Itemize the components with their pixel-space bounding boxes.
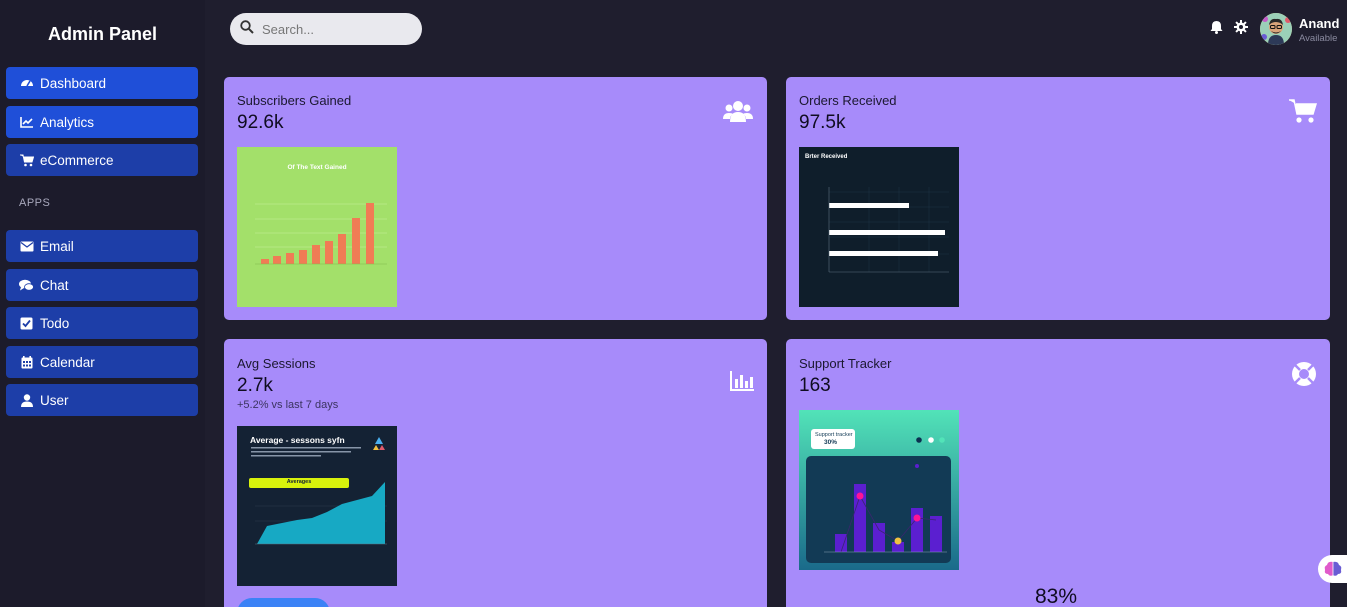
envelope-icon — [19, 239, 34, 254]
assistant-brain-button[interactable] — [1318, 555, 1347, 583]
support-chart-image: Support tracker 30% — [799, 410, 959, 570]
apps-section-label: APPS — [19, 197, 51, 209]
thumb-chart-title: Brter Received — [805, 154, 848, 160]
subscribers-chart-image: Of The Text Gained — [237, 147, 397, 307]
thumb-chart-title: Average - sessons syfn — [250, 435, 345, 445]
user-status: Available — [1299, 33, 1338, 44]
sidebar-item-user[interactable]: User — [6, 384, 198, 416]
orders-card: Orders Received 97.5k Brter Received — [786, 77, 1330, 320]
search-icon — [240, 19, 254, 39]
sidebar-item-label: Analytics — [40, 114, 95, 130]
card-value: 2.7k — [237, 375, 273, 396]
sidebar-item-calendar[interactable]: Calendar — [6, 346, 198, 378]
card-title: Avg Sessions — [237, 356, 316, 371]
orders-chart-image: Brter Received — [799, 147, 959, 307]
analytics-icon — [19, 115, 34, 130]
card-subtext: +5.2% vs last 7 days — [237, 399, 339, 411]
user-icon — [19, 393, 34, 408]
cart-icon — [1288, 97, 1318, 125]
card-title: Subscribers Gained — [237, 93, 352, 108]
sidebar-item-label: Calendar — [40, 354, 95, 370]
lifebuoy-icon — [1289, 360, 1319, 388]
avatar[interactable] — [1260, 13, 1292, 45]
sidebar-item-todo[interactable]: Todo — [6, 307, 198, 339]
gear-icon[interactable] — [1233, 19, 1249, 35]
users-icon — [723, 97, 753, 125]
sidebar-item-label: eCommerce — [40, 152, 114, 168]
thumb-bubble-title: Support tracker — [815, 432, 853, 438]
search-bar — [230, 13, 422, 45]
thumb-chart-pill: Averages — [286, 479, 312, 485]
card-title: Support Tracker — [799, 356, 892, 371]
chat-icon — [19, 278, 34, 293]
card-title: Orders Received — [799, 93, 897, 108]
card-value: 163 — [799, 375, 831, 396]
user-name: Anand — [1299, 16, 1340, 31]
search-input[interactable] — [262, 21, 412, 37]
cart-icon — [19, 153, 34, 168]
support-card: Support Tracker 163 Support tracker 30% — [786, 339, 1330, 607]
checkbox-icon — [19, 316, 34, 331]
calendar-icon — [19, 355, 34, 370]
sessions-action-button[interactable] — [237, 598, 330, 607]
bar-chart-icon — [727, 367, 757, 395]
support-percent: 83% — [1035, 585, 1078, 607]
sidebar-item-label: Chat — [40, 277, 69, 293]
sidebar: Admin Panel Dashboard Analytics eCommerc… — [0, 0, 205, 607]
sidebar-item-chat[interactable]: Chat — [6, 269, 198, 301]
subscribers-card: Subscribers Gained 92.6k Of The Text Gai… — [224, 77, 767, 320]
sidebar-item-label: User — [40, 392, 69, 408]
sidebar-item-dashboard[interactable]: Dashboard — [6, 67, 198, 99]
sidebar-item-analytics[interactable]: Analytics — [6, 106, 198, 138]
card-value: 97.5k — [799, 112, 846, 133]
brand-title: Admin Panel — [47, 24, 158, 44]
sidebar-item-ecommerce[interactable]: eCommerce — [6, 144, 198, 176]
thumb-chart-title: Of The Text Gained — [287, 164, 347, 171]
card-value: 92.6k — [237, 112, 284, 133]
sidebar-item-email[interactable]: Email — [6, 230, 198, 262]
thumb-bubble-value: 30% — [824, 439, 838, 446]
sessions-card: Avg Sessions 2.7k +5.2% vs last 7 days A… — [224, 339, 767, 607]
sidebar-item-label: Todo — [40, 315, 70, 331]
sidebar-item-label: Dashboard — [40, 75, 107, 91]
sessions-chart-image: Average - sessons syfn Averages — [237, 426, 397, 586]
dashboard-icon — [19, 76, 34, 91]
sidebar-item-label: Email — [40, 238, 74, 254]
bell-icon[interactable] — [1208, 19, 1224, 35]
